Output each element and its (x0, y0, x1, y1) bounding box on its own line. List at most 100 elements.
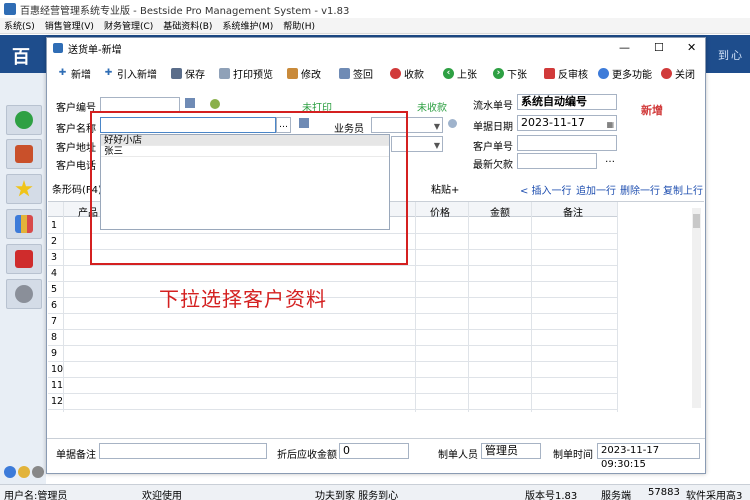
power-icon (661, 68, 672, 79)
info-icon[interactable] (4, 466, 16, 478)
quick-icons-strip (0, 462, 46, 484)
help-icon[interactable] (18, 466, 30, 478)
plus-icon: ✚ (104, 68, 113, 78)
dialog-footer: 单据备注 折后应收金额 0 制单人员 管理员 制单时间 2023-11-17 0… (47, 438, 705, 470)
table-row[interactable]: 10 (48, 362, 618, 378)
append-row-button[interactable]: 追加一行 (576, 182, 616, 197)
nav-home-button[interactable] (6, 139, 42, 169)
row-number: 11 (51, 380, 64, 391)
flow-no-input[interactable]: 系统自动编号 (517, 94, 617, 110)
maximize-icon[interactable]: ☐ (654, 41, 664, 54)
header-remark[interactable]: 备注 (563, 204, 583, 219)
customer-order-input[interactable] (517, 135, 617, 151)
prev-button[interactable]: ‹ 上张 (443, 66, 477, 81)
close-icon[interactable]: ✕ (687, 41, 696, 54)
header-amount[interactable]: 金额 (490, 204, 510, 219)
receive-button[interactable]: 收款 (390, 66, 424, 81)
print-preview-button[interactable]: 打印预览 (219, 66, 273, 81)
table-row[interactable]: 11 (48, 378, 618, 394)
gear-icon (15, 285, 33, 303)
close-button[interactable]: 关闭 (661, 66, 695, 81)
print-preview-label: 打印预览 (233, 70, 273, 81)
app-title: 百惠经营管理系统专业版 - Bestside Pro Management Sy… (20, 5, 350, 17)
header-price[interactable]: 价格 (430, 204, 450, 219)
dialog-titlebar: 送货单-新增 — ☐ ✕ (47, 38, 705, 58)
save-button[interactable]: 保存 (171, 66, 205, 81)
refresh-icon[interactable] (210, 99, 220, 109)
copy-row-button[interactable]: 复制上行 (663, 182, 703, 197)
row-number: 10 (51, 364, 64, 375)
annotation-caption: 下拉选择客户资料 (159, 287, 327, 311)
unaudit-button[interactable]: 反审核 (544, 66, 588, 81)
menu-finance[interactable]: 财务管理(C) (104, 19, 153, 32)
more-functions-button[interactable]: 更多功能 (598, 66, 652, 81)
status-user: 用户名:管理员 (4, 491, 68, 500)
import-add-button[interactable]: ✚ 引入新增 (103, 66, 157, 81)
add-button[interactable]: ✚ 新增 (57, 66, 91, 81)
table-row[interactable]: 9 (48, 346, 618, 362)
nav-settings-button[interactable] (6, 279, 42, 309)
status-version: 版本号1.83 (525, 491, 578, 500)
edit-button[interactable]: 修改 (287, 66, 321, 81)
nav-star-button[interactable] (6, 174, 42, 204)
edit-icon[interactable] (32, 466, 44, 478)
app-logo-icon (4, 3, 16, 15)
make-time-input[interactable]: 2023-11-17 09:30:15 (597, 443, 700, 470)
table-row[interactable]: 12 (48, 394, 618, 410)
check-icon (15, 111, 33, 129)
book-icon (15, 250, 33, 268)
gear-icon (598, 68, 609, 79)
nav-check-button[interactable] (6, 105, 42, 135)
customer-order-label: 客户单号 (473, 142, 513, 153)
main-menubar: 系统(S) 销售管理(V) 财务管理(C) 基础资料(B) 系统维护(M) 帮助… (0, 18, 750, 34)
arrow-left-icon: ‹ (443, 68, 454, 79)
insert-row-button[interactable]: < 插入一行 (520, 182, 572, 197)
menu-basic-data[interactable]: 基础资料(B) (163, 19, 212, 32)
remark-label: 单据备注 (56, 450, 96, 461)
save-label: 保存 (185, 70, 205, 81)
sign-label: 签回 (353, 70, 373, 81)
brand-text: 百 (12, 47, 30, 68)
table-row[interactable]: 5 (48, 282, 618, 298)
menu-sales[interactable]: 销售管理(V) (45, 19, 94, 32)
discount-amount-label: 折后应收金额 (277, 450, 337, 461)
remark-input[interactable] (99, 443, 267, 459)
debt-more-button[interactable]: … (605, 154, 615, 165)
table-row[interactable]: 7 (48, 314, 618, 330)
calendar-icon[interactable]: ▦ (606, 118, 614, 132)
salesman-lookup-icon[interactable] (448, 119, 457, 128)
receive-label: 收款 (404, 70, 424, 81)
brand-slogan-fragment: 到心 (718, 49, 744, 62)
paste-button[interactable]: 粘贴+ (431, 181, 459, 196)
latest-debt-input[interactable] (517, 153, 597, 169)
scroll-thumb[interactable] (693, 214, 700, 228)
delete-row-button[interactable]: 删除一行 (620, 182, 660, 197)
table-row[interactable]: 8 (48, 330, 618, 346)
make-time-label: 制单时间 (553, 450, 593, 461)
bar-chart-icon (15, 215, 33, 233)
chevron-down-icon: ▼ (433, 141, 440, 150)
menu-help[interactable]: 帮助(H) (283, 19, 315, 32)
grid-scrollbar[interactable] (692, 208, 701, 408)
menu-system[interactable]: 系统(S) (4, 19, 35, 32)
minimize-icon[interactable]: — (619, 41, 630, 54)
row-number: 8 (51, 332, 58, 343)
sign-back-button[interactable]: 签回 (339, 66, 373, 81)
nav-book-button[interactable] (6, 244, 42, 274)
row-number: 5 (51, 284, 58, 295)
table-row[interactable]: 4 (48, 266, 618, 282)
date-label: 单据日期 (473, 122, 513, 133)
maker-input[interactable]: 管理员 (481, 443, 541, 459)
next-button[interactable]: › 下张 (493, 66, 527, 81)
status-tail: 软件采用高3 (686, 491, 743, 500)
more-label: 更多功能 (612, 70, 652, 81)
menu-maintenance[interactable]: 系统维护(M) (222, 19, 273, 32)
discount-amount-input[interactable]: 0 (339, 443, 409, 459)
table-row[interactable]: 6 (48, 298, 618, 314)
plus-icon: ✚ (58, 68, 67, 78)
nav-report-button[interactable] (6, 209, 42, 239)
lookup-icon[interactable] (185, 98, 195, 108)
import-add-label: 引入新增 (117, 70, 157, 81)
date-input[interactable]: 2023-11-17 ▦ (517, 115, 617, 131)
printer-icon (219, 68, 230, 79)
